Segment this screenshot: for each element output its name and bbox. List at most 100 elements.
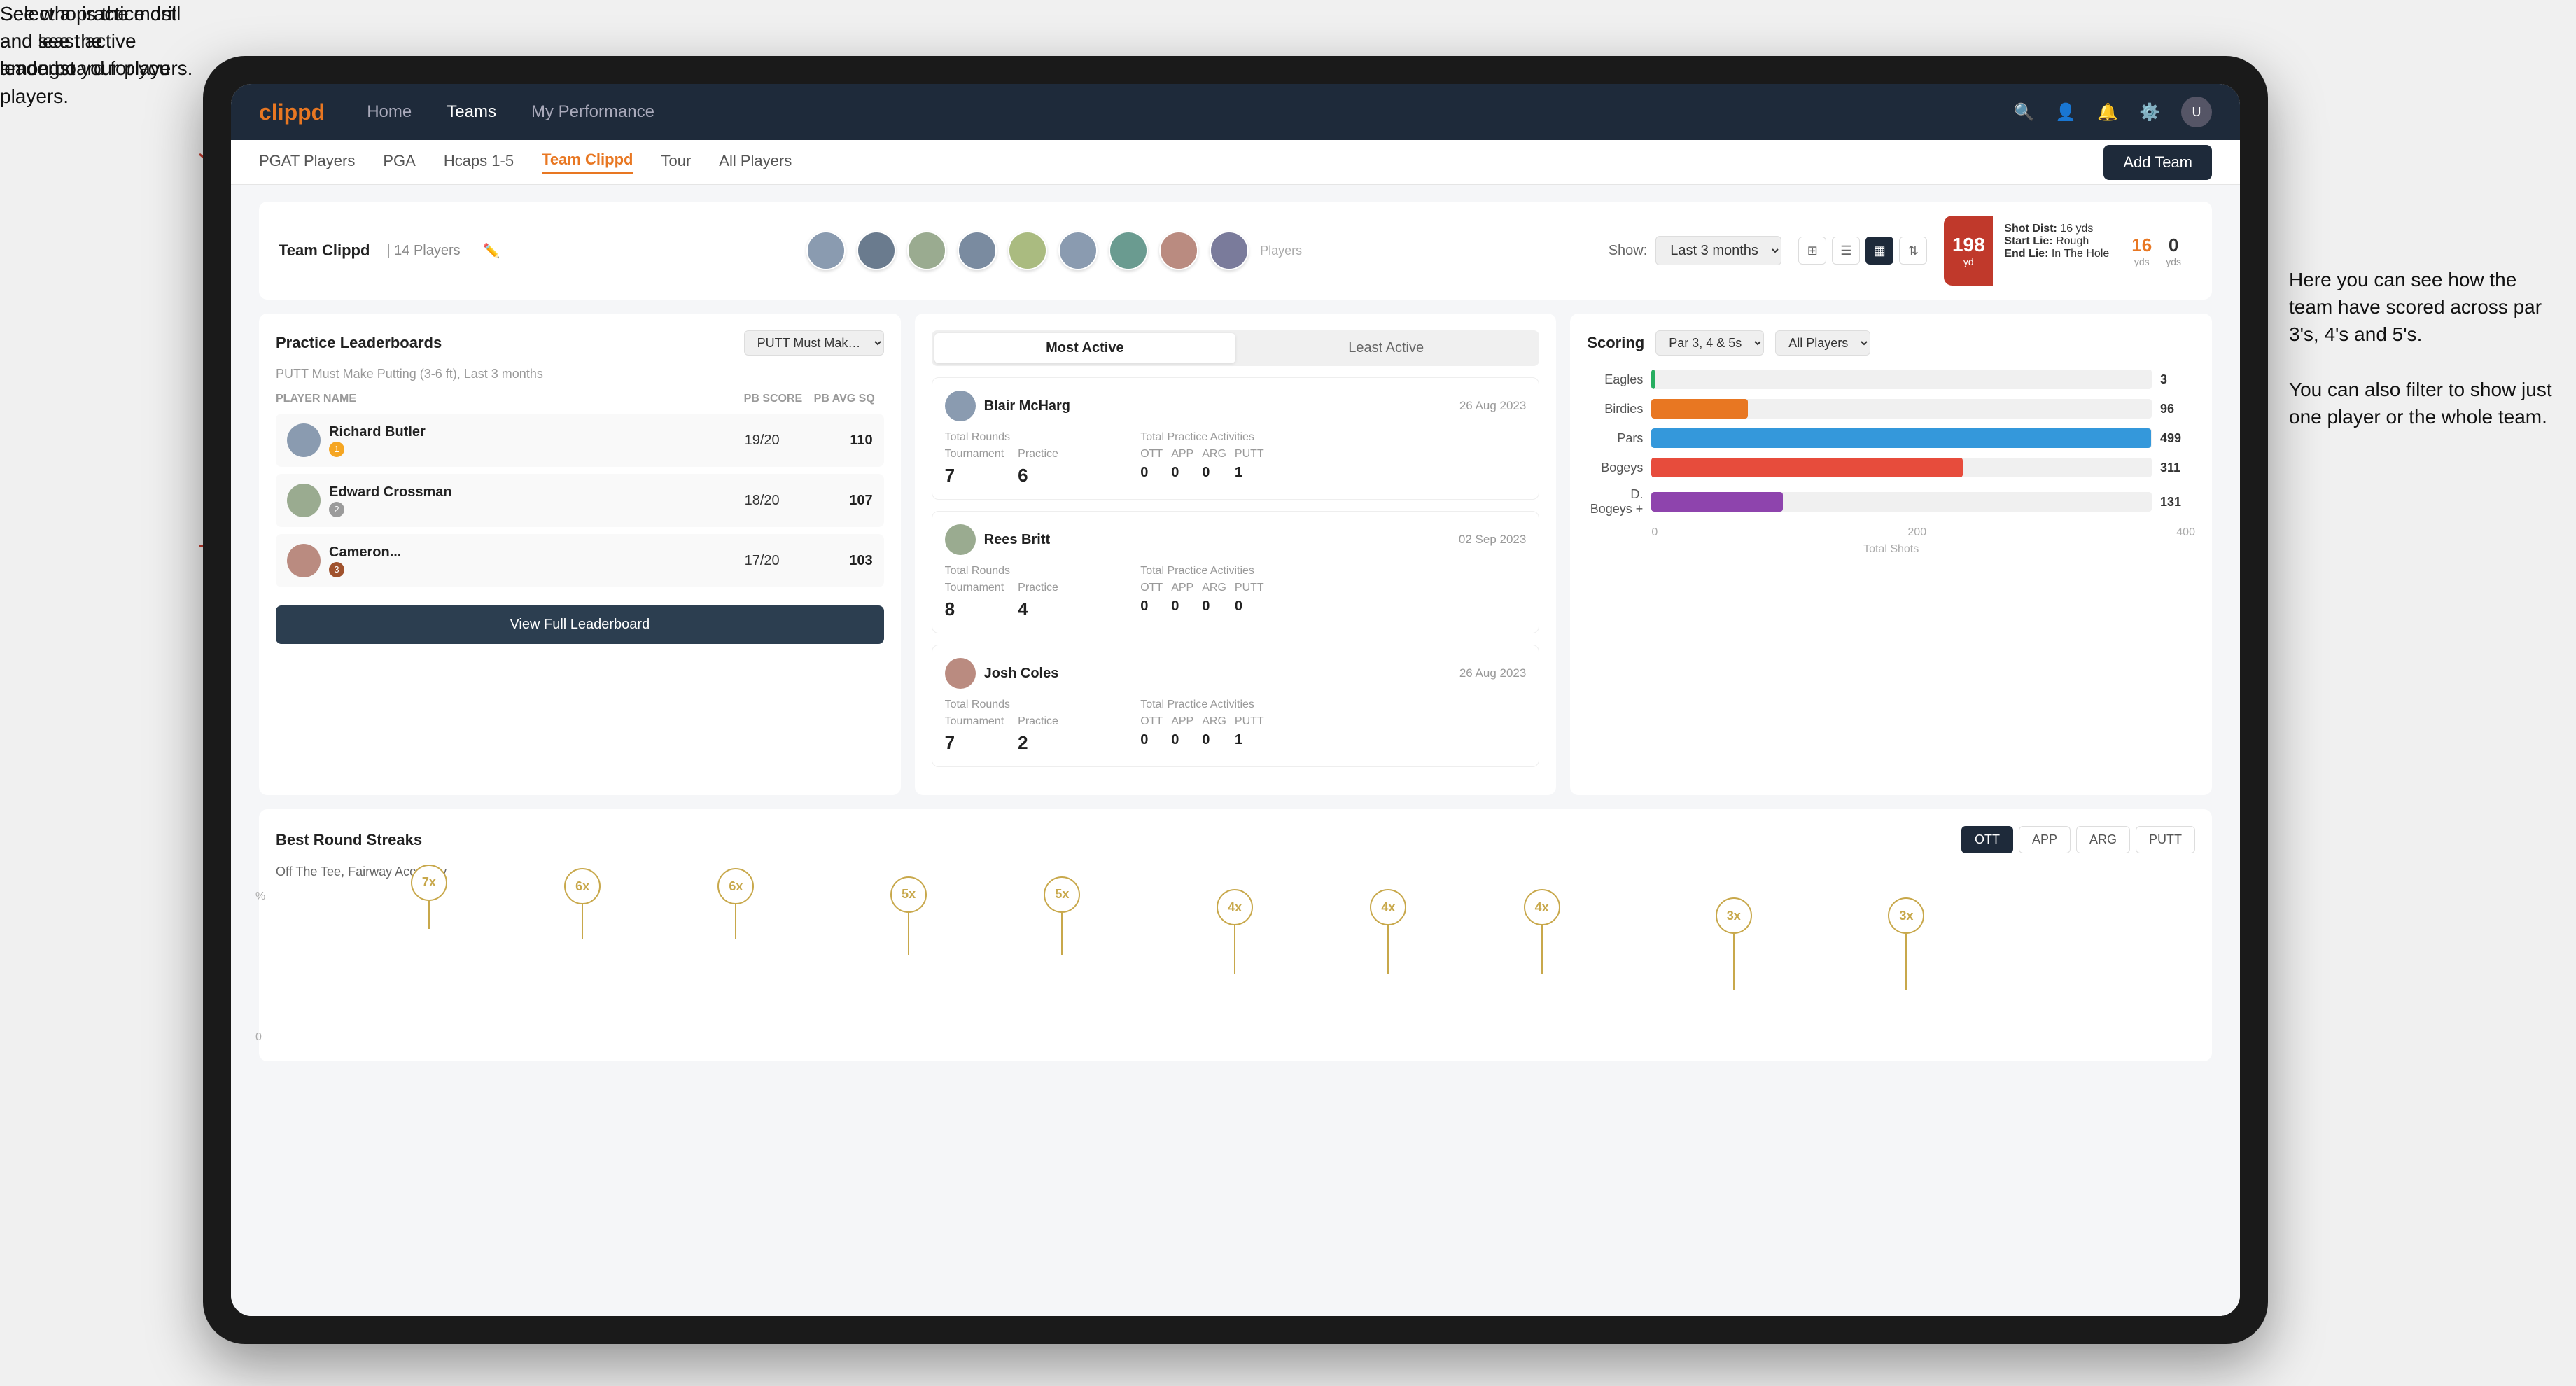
end-lie-label: End Lie: In The Hole [2004,248,2109,260]
bell-icon[interactable]: 🔔 [2097,102,2118,122]
chart-label-pars: Pars [1587,431,1643,446]
leaderboard-header: PLAYER NAME PB SCORE PB AVG SQ [276,393,884,405]
streak-point-8: 4x [1524,889,1560,974]
score-avg-3: 103 [803,553,873,569]
settings-icon[interactable]: ⚙️ [2139,102,2160,122]
chart-label-eagles: Eagles [1587,372,1643,387]
view-full-leaderboard-button[interactable]: View Full Leaderboard [276,606,884,644]
streak-bubble-10: 3x [1888,897,1924,934]
medal-bronze: 3 [329,562,344,578]
scoring-par-filter[interactable]: Par 3, 4 & 5s Par 3s Par 4s Par 5s [1656,330,1764,356]
streak-line-8 [1541,925,1543,974]
tab-least-active[interactable]: Least Active [1236,333,1536,363]
medal-silver: 2 [329,502,344,517]
player-avatar-8[interactable] [1159,231,1198,270]
active-player-josh: Josh Coles 26 Aug 2023 Total Rounds Tour… [932,645,1540,767]
player-avatar-lb-1 [287,424,321,457]
subnav-team-clippd[interactable]: Team Clippd [542,150,633,174]
score-avg-1: 110 [803,433,873,449]
sub-nav: PGAT Players PGA Hcaps 1-5 Team Clippd T… [231,140,2240,185]
annotation-bottom-left: See who is the most and least active amo… [0,0,196,83]
shot-unit: yd [1963,256,1974,267]
nav-icons: 🔍 👤 🔔 ⚙️ U [2013,97,2212,127]
tab-most-active[interactable]: Most Active [934,333,1236,363]
search-icon[interactable]: 🔍 [2013,102,2034,122]
shot-yds-0: 0 yds [2166,234,2181,267]
streak-bubble-3: 6x [718,868,754,904]
subnav-hcaps[interactable]: Hcaps 1-5 [444,152,514,173]
show-label: Show: [1609,243,1648,259]
chart-row-dbogeys: D. Bogeys + 131 [1587,487,2195,517]
player-avatar-lb-2 [287,484,321,517]
streak-bubble-9: 3x [1716,897,1752,934]
subnav-all-players[interactable]: All Players [719,152,792,173]
player-avatar-7[interactable] [1109,231,1148,270]
list-view-btn[interactable]: ☰ [1832,237,1860,265]
medal-gold: 1 [329,442,344,457]
active-stats-2: Total Rounds Tournament8 Practice4 Total… [945,565,1527,620]
chart-label-dbogeys: D. Bogeys + [1587,487,1643,517]
streak-bubble-7: 4x [1370,889,1406,925]
most-active-card: Most Active Least Active Blair McHarg 26… [915,314,1557,795]
show-select[interactable]: Last 3 months Last 6 months Last year [1656,236,1782,265]
streak-filter-putt[interactable]: PUTT [2136,826,2195,853]
user-icon[interactable]: 👤 [2055,102,2076,122]
subnav-tour[interactable]: Tour [661,152,691,173]
scoring-player-filter[interactable]: All Players [1775,330,1870,356]
player-avatar-1[interactable] [806,231,846,270]
sort-btn[interactable]: ⇅ [1899,237,1927,265]
chart-bar-wrap-birdies [1651,399,2152,419]
streak-point-7: 4x [1370,889,1406,974]
streak-bubble-4: 5x [890,876,927,913]
score-val-1: 19/20 [727,433,797,449]
player-avatar-2[interactable] [857,231,896,270]
active-player-avatar-2 [945,524,976,555]
nav-teams[interactable]: Teams [447,102,496,122]
subnav-pgat[interactable]: PGAT Players [259,152,355,173]
streak-filter-ott[interactable]: OTT [1961,826,2013,853]
drill-subtitle: PUTT Must Make Putting (3-6 ft), Last 3 … [276,367,884,382]
team-title: Team Clippd [279,241,370,260]
player-avatar-6[interactable] [1058,231,1098,270]
streak-filter-btns: OTT APP ARG PUTT [1961,826,2195,853]
active-player-header-2: Rees Britt 02 Sep 2023 [945,524,1527,555]
team-count: | 14 Players [386,243,460,259]
active-date-1: 26 Aug 2023 [1460,399,1526,413]
edit-icon[interactable]: ✏️ [483,242,500,260]
player-avatar-4[interactable] [958,231,997,270]
nav-items: Home Teams My Performance [367,102,2013,122]
practice-activities-2: Total Practice Activities OTT0 APP0 ARG0… [1140,565,1331,620]
subnav-pga[interactable]: PGA [383,152,415,173]
nav-my-performance[interactable]: My Performance [531,102,654,122]
nav-home[interactable]: Home [367,102,412,122]
streak-line-7 [1387,925,1389,974]
streak-filter-arg[interactable]: ARG [2076,826,2130,853]
active-player-name-1: Blair McHarg [984,398,1070,414]
chart-bar-wrap-bogeys [1651,458,2152,477]
show-section: Show: Last 3 months Last 6 months Last y… [1609,236,1928,265]
player-avatar-9[interactable] [1210,231,1249,270]
app-stat: APP0 [1171,448,1194,481]
add-team-button[interactable]: Add Team [2104,145,2212,180]
streak-filter-app[interactable]: APP [2019,826,2071,853]
chart-row-pars: Pars 499 [1587,428,2195,448]
player-avatar-5[interactable] [1008,231,1047,270]
shot-yds-section: 16 yds 0 yds [2120,216,2192,286]
streak-line-9 [1733,934,1735,990]
streak-line-2 [582,904,583,939]
detail-view-btn[interactable]: ▦ [1865,237,1893,265]
chart-val-pars: 499 [2160,431,2195,446]
chart-bar-birdies [1651,399,1747,419]
streak-bubble-8: 4x [1524,889,1560,925]
drill-select[interactable]: PUTT Must Make Putting... [744,330,884,356]
chart-val-bogeys: 311 [2160,461,2195,475]
active-player-avatar-3 [945,658,976,689]
grid-view-btn[interactable]: ⊞ [1798,237,1826,265]
avatar[interactable]: U [2181,97,2212,127]
shot-card: 198 yd Shot Dist: 16 yds Start Lie: Roug… [1944,216,2192,286]
player-info-3: Cameron... 3 [287,544,722,578]
chart-bar-wrap-eagles [1651,370,2152,389]
player-avatar-3[interactable] [907,231,946,270]
streak-line-4 [908,913,909,955]
chart-bar-wrap-dbogeys [1651,492,2152,512]
